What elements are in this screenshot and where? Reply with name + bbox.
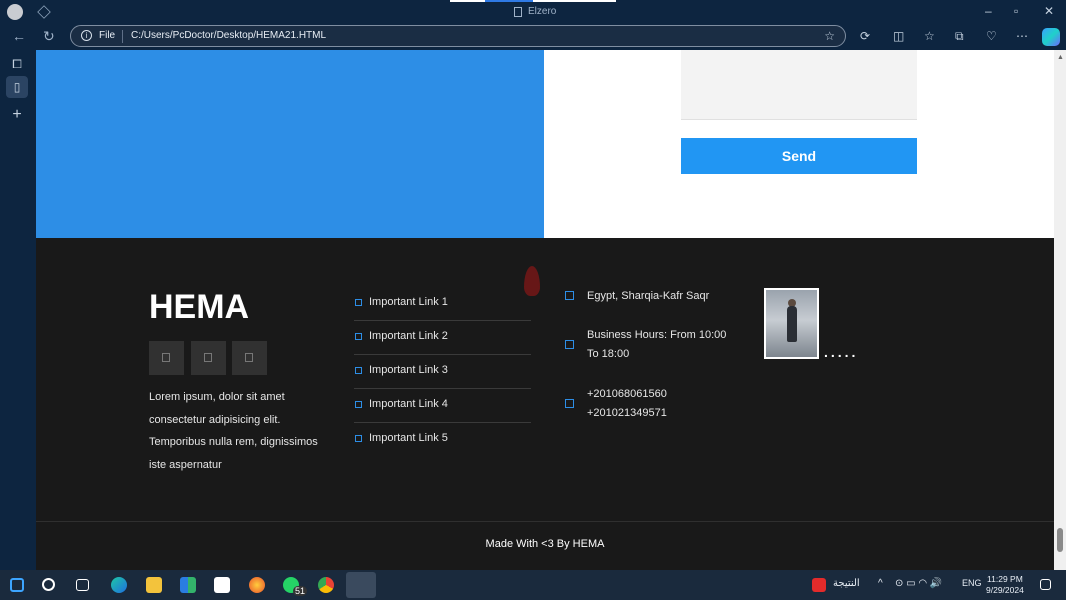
workspaces-icon[interactable] xyxy=(37,5,51,19)
message-textarea[interactable] xyxy=(681,50,917,120)
phone-2: +201021349571 xyxy=(587,407,667,419)
page-icon xyxy=(514,6,522,17)
task-view-icon[interactable] xyxy=(76,579,89,591)
footer-brand: HEMA xyxy=(149,288,250,326)
info-icon[interactable]: i xyxy=(81,30,92,41)
split-screen-icon[interactable]: ◫ xyxy=(893,29,904,43)
scroll-up-icon[interactable]: ▲ xyxy=(1057,54,1064,61)
gallery-dots: ..... xyxy=(824,344,859,360)
social-glyph-icon xyxy=(204,353,212,362)
refresh-icon[interactable]: ↻ xyxy=(43,28,55,45)
start-windows-icon[interactable] xyxy=(10,578,24,592)
social-icon-2[interactable] xyxy=(191,341,226,375)
tab-actions-icon[interactable]: ⧠ xyxy=(9,56,25,72)
windows-taskbar: 51 النتيجة ^ ⊙ ▭ ◠ 🔊 ENG 11:29 PM 9/29/2… xyxy=(0,570,1066,600)
footer-about-text: Lorem ipsum, dolor sit amet consectetur … xyxy=(149,391,318,471)
active-app-icon[interactable] xyxy=(346,572,376,598)
back-icon[interactable]: ← xyxy=(12,28,26,44)
taskbar-clock[interactable]: 11:29 PM 9/29/2024 xyxy=(986,574,1024,596)
social-glyph-icon xyxy=(162,353,170,362)
location-icon xyxy=(565,291,574,300)
profile-avatar[interactable] xyxy=(7,4,23,20)
social-glyph-icon xyxy=(245,353,253,362)
favorites-icon[interactable]: ☆ xyxy=(924,29,935,43)
phone-icon xyxy=(565,399,574,408)
clock-date: 9/29/2024 xyxy=(986,585,1024,595)
send-button[interactable]: Send xyxy=(681,138,917,174)
window-title: Elzero xyxy=(514,6,556,17)
footer-link-label[interactable]: Important Link 3 xyxy=(369,364,448,376)
phone-1: +201068061560 xyxy=(587,388,667,400)
footer-divider xyxy=(36,521,1054,522)
notifications-icon[interactable] xyxy=(1040,579,1051,590)
close-icon[interactable]: ✕ xyxy=(1044,4,1054,18)
clock-icon xyxy=(565,340,574,349)
footer-link[interactable]: Important Link 4 xyxy=(354,389,531,423)
widget-logo-icon[interactable] xyxy=(812,578,826,592)
widget-result-label[interactable]: النتيجة xyxy=(833,578,860,589)
address-text: Egypt, Sharqia-Kafr Saqr xyxy=(587,290,710,302)
bullet-square-icon xyxy=(355,367,362,374)
browser-essentials-icon[interactable]: ♡ xyxy=(986,29,997,43)
titlebar-accent xyxy=(450,0,616,2)
edge-icon[interactable] xyxy=(111,577,127,593)
chrome-icon[interactable] xyxy=(318,577,334,593)
social-icon-1[interactable] xyxy=(149,341,184,375)
address-separator xyxy=(122,30,123,43)
tab-title: Elzero xyxy=(528,6,557,17)
language-indicator[interactable]: ENG xyxy=(962,578,982,588)
site-footer: HEMA Lorem ipsum, dolor sit amet consect… xyxy=(36,238,1054,570)
system-tray-icons[interactable]: ⊙ ▭ ◠ 🔊 xyxy=(895,578,942,589)
vertical-tabs-strip: ⧠ ▯ + xyxy=(0,50,36,570)
footer-link[interactable]: Important Link 1 xyxy=(354,287,531,321)
footer-link-label[interactable]: Important Link 4 xyxy=(369,398,448,410)
photo-person-body xyxy=(787,306,797,342)
social-icon-3[interactable] xyxy=(232,341,267,375)
footer-link[interactable]: Important Link 5 xyxy=(354,423,531,457)
footer-link-label[interactable]: Important Link 1 xyxy=(369,296,448,308)
copyright-text: Made With <3 By HEMA xyxy=(485,538,605,550)
titlebar-accent-highlight xyxy=(485,0,533,2)
search-icon[interactable] xyxy=(42,578,55,591)
footer-link[interactable]: Important Link 2 xyxy=(354,321,531,355)
file-explorer-icon[interactable] xyxy=(146,577,162,593)
footer-link-label[interactable]: Important Link 5 xyxy=(369,432,448,444)
extensions-icon[interactable]: ⟳ xyxy=(860,29,870,43)
page-scrollbar[interactable]: ▲ xyxy=(1054,50,1066,570)
navigation-bar: ← ↻ i File C:/Users/PcDoctor/Desktop/HEM… xyxy=(0,24,1066,50)
footer-link-label[interactable]: Important Link 2 xyxy=(369,330,448,342)
contact-blue-panel xyxy=(36,50,544,238)
page-viewport: Send HEMA Lorem ipsum, dolor sit amet co… xyxy=(36,50,1054,570)
profile-photo xyxy=(764,288,819,359)
collections-icon[interactable]: ⧉ xyxy=(955,29,964,44)
maximize-icon[interactable]: ▫ xyxy=(1014,4,1018,18)
browser-titlebar: Elzero – ▫ ✕ xyxy=(0,0,1066,24)
show-hidden-icons-icon[interactable]: ^ xyxy=(878,578,883,589)
bullet-square-icon xyxy=(355,435,362,442)
new-tab-icon[interactable]: + xyxy=(9,107,25,123)
more-options-icon[interactable]: ⋯ xyxy=(1016,29,1028,43)
active-tab-page-icon[interactable]: ▯ xyxy=(6,76,28,98)
minimize-icon[interactable]: – xyxy=(985,4,992,18)
bullet-square-icon xyxy=(355,333,362,340)
bullet-square-icon xyxy=(355,401,362,408)
hours-line-1: Business Hours: From 10:00 xyxy=(587,329,727,341)
address-scheme: File xyxy=(99,30,116,41)
footer-link[interactable]: Important Link 3 xyxy=(354,355,531,389)
scroll-thumb[interactable] xyxy=(1057,528,1063,552)
hours-line-2: To 18:00 xyxy=(587,348,630,360)
mail-icon[interactable] xyxy=(214,577,230,593)
address-url[interactable]: C:/Users/PcDoctor/Desktop/HEMA21.HTML xyxy=(131,30,326,41)
whatsapp-badge: 51 xyxy=(293,586,308,596)
clock-time: 11:29 PM xyxy=(987,574,1023,584)
address-bar[interactable]: i File C:/Users/PcDoctor/Desktop/HEMA21.… xyxy=(70,25,846,47)
firefox-icon[interactable] xyxy=(249,577,265,593)
copilot-icon[interactable] xyxy=(1042,28,1060,46)
photo-image xyxy=(766,290,817,357)
bullet-square-icon xyxy=(355,299,362,306)
favorite-star-icon[interactable]: ☆ xyxy=(824,29,835,43)
microsoft-store-icon[interactable] xyxy=(180,577,196,593)
important-links-list: Important Link 1 Important Link 2 Import… xyxy=(354,287,531,457)
